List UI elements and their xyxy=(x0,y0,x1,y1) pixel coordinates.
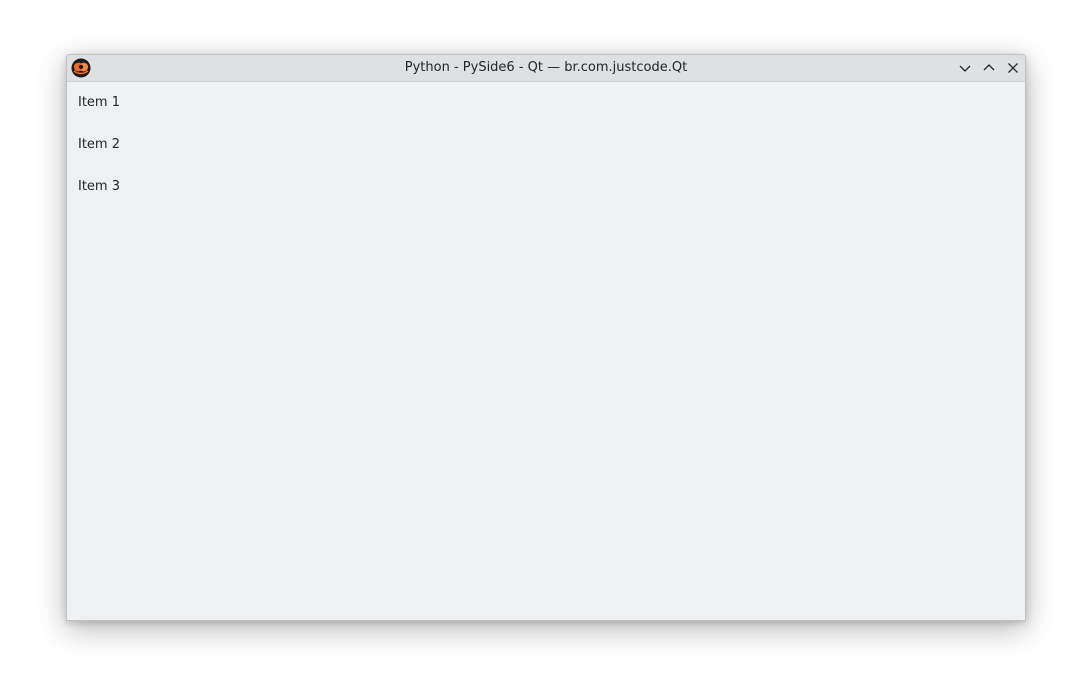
title-bar[interactable]: Python - PySide6 - Qt — br.com.justcode.… xyxy=(67,55,1025,82)
list-item: Item 3 xyxy=(78,179,120,194)
chevron-down-icon xyxy=(959,65,971,72)
maximize-button[interactable] xyxy=(979,58,999,78)
chevron-up-icon xyxy=(983,64,995,71)
list-item: Item 2 xyxy=(78,137,120,152)
close-icon xyxy=(1008,63,1018,73)
window-content: Item 1 Item 2 Item 3 xyxy=(67,82,1025,620)
close-button[interactable] xyxy=(1003,58,1023,78)
list-item: Item 1 xyxy=(78,95,120,110)
minimize-button[interactable] xyxy=(955,58,975,78)
window-title: Python - PySide6 - Qt — br.com.justcode.… xyxy=(404,60,688,75)
app-window: Python - PySide6 - Qt — br.com.justcode.… xyxy=(66,54,1026,621)
